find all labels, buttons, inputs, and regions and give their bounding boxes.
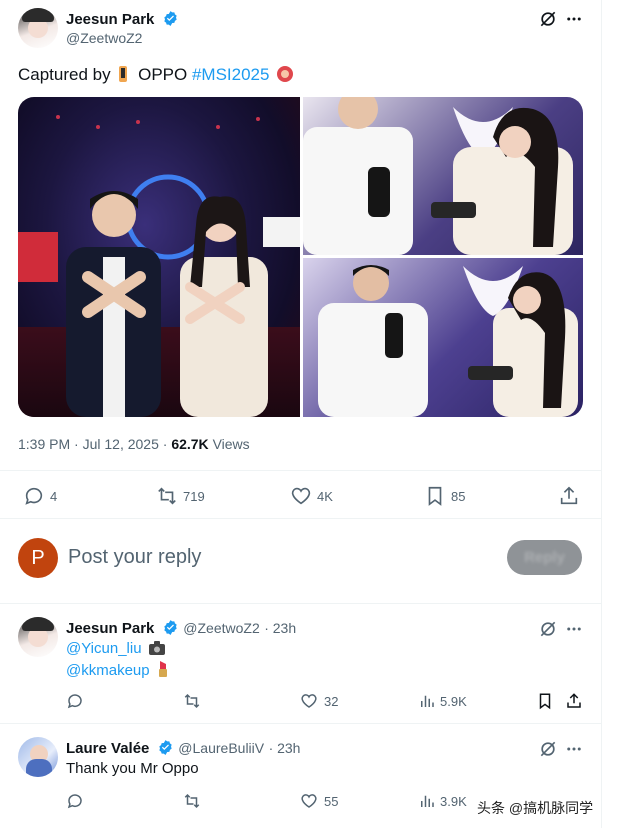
bookmark-action[interactable]: 85 bbox=[424, 485, 465, 507]
reply2-reply-action[interactable] bbox=[66, 792, 84, 810]
phone-emoji-icon bbox=[118, 65, 130, 83]
more-options-icon[interactable] bbox=[565, 619, 583, 644]
share-icon bbox=[567, 693, 581, 708]
lipstick-emoji-icon bbox=[157, 661, 169, 681]
reply1-avatar[interactable] bbox=[18, 617, 58, 657]
repost-action[interactable]: 719 bbox=[156, 485, 205, 507]
reply1-share-action[interactable] bbox=[565, 692, 583, 710]
bookmark-icon bbox=[428, 486, 442, 506]
reply2-time[interactable]: · 23h bbox=[269, 740, 301, 756]
author-handle[interactable]: @ZeetwoZ2 bbox=[66, 30, 142, 46]
repost-icon bbox=[184, 793, 200, 809]
reply1-header: Jeesun Park @ZeetwoZ2 · 23h bbox=[66, 619, 296, 641]
reply1-reply-action[interactable] bbox=[66, 692, 84, 710]
tweet-meta: 1:39 PM · Jul 12, 2025 · 62.7K Views bbox=[18, 436, 250, 452]
divider bbox=[0, 518, 601, 519]
reply1-views-action[interactable]: 5.9K bbox=[418, 692, 467, 710]
repost-count: 719 bbox=[183, 488, 205, 504]
tweet-text-brand: OPPO bbox=[138, 65, 188, 84]
grok-icon[interactable] bbox=[538, 9, 558, 34]
tweet-text: Captured by OPPO #MSI2025 bbox=[18, 65, 294, 88]
divider bbox=[0, 723, 601, 724]
author-block: Jeesun Park bbox=[66, 10, 179, 32]
divider bbox=[0, 603, 601, 604]
hashtag-link[interactable]: #MSI2025 bbox=[192, 65, 270, 84]
grok-icon[interactable] bbox=[538, 619, 558, 644]
composer-avatar[interactable]: P bbox=[18, 538, 58, 578]
reply2-text: Thank you Mr Oppo bbox=[66, 760, 199, 777]
reply1-time[interactable]: · 23h bbox=[264, 620, 296, 636]
reply1-author-name[interactable]: Jeesun Park bbox=[66, 620, 154, 637]
mention-link[interactable]: @Yicun_liu bbox=[66, 640, 142, 657]
reply-icon bbox=[67, 694, 82, 709]
reply-input[interactable]: Post your reply bbox=[68, 546, 201, 569]
reply1-bookmark-action[interactable] bbox=[536, 692, 554, 710]
views-icon bbox=[421, 795, 434, 807]
more-options-icon[interactable] bbox=[565, 9, 583, 34]
reply1-handle[interactable]: @ZeetwoZ2 bbox=[183, 620, 259, 636]
verified-badge-icon bbox=[157, 739, 174, 761]
reply1-repost-action[interactable] bbox=[183, 692, 201, 710]
tweet-time[interactable]: 1:39 PM · Jul 12, 2025 · bbox=[18, 436, 171, 452]
reply-action[interactable]: 4 bbox=[23, 485, 57, 507]
reply-icon bbox=[25, 487, 43, 505]
composer-avatar-letter: P bbox=[31, 546, 45, 569]
reply2-views-count: 3.9K bbox=[440, 793, 467, 809]
more-options-icon[interactable] bbox=[565, 739, 583, 764]
reply2-repost-action[interactable] bbox=[183, 792, 201, 810]
share-icon bbox=[560, 486, 578, 505]
reply2-like-action[interactable]: 55 bbox=[300, 792, 338, 810]
reply-button-label: Reply bbox=[524, 549, 565, 566]
repost-icon bbox=[184, 693, 200, 709]
watermark-text: 头条 @搞机脉同学 bbox=[477, 800, 594, 816]
views-icon bbox=[421, 695, 434, 707]
like-count: 4K bbox=[317, 488, 333, 504]
reply2-like-count: 55 bbox=[324, 793, 339, 809]
verified-badge-icon bbox=[162, 619, 179, 641]
reply-icon bbox=[67, 794, 82, 809]
grok-icon[interactable] bbox=[538, 739, 558, 764]
mention-link[interactable]: @kkmakeup bbox=[66, 662, 150, 679]
like-action[interactable]: 4K bbox=[290, 485, 333, 507]
camera-emoji-icon bbox=[148, 641, 165, 659]
heart-icon bbox=[301, 794, 317, 808]
views-label: Views bbox=[212, 436, 250, 452]
tweet-text-prefix: Captured by bbox=[18, 65, 111, 84]
reply2-views-action[interactable]: 3.9K bbox=[418, 792, 467, 810]
heart-icon bbox=[301, 694, 317, 708]
reply2-header: Laure Valée @LaureBuliiV · 23h bbox=[66, 739, 300, 761]
repost-icon bbox=[158, 487, 176, 505]
photo-interview-bottom[interactable] bbox=[303, 258, 583, 417]
reply2-handle[interactable]: @LaureBuliiV bbox=[178, 740, 264, 756]
heart-icon bbox=[291, 487, 311, 505]
views-count: 62.7K bbox=[171, 436, 209, 452]
share-action[interactable] bbox=[558, 485, 580, 507]
photo-stage-pose[interactable] bbox=[18, 97, 300, 417]
reply1-like-action[interactable]: 32 bbox=[300, 692, 338, 710]
photo-interview-top[interactable] bbox=[303, 97, 583, 255]
author-name[interactable]: Jeesun Park bbox=[66, 11, 154, 28]
reply1-like-count: 32 bbox=[324, 693, 339, 709]
author-avatar[interactable] bbox=[18, 8, 58, 48]
reply1-views-count: 5.9K bbox=[440, 693, 467, 709]
reply1-mention2-line: @kkmakeup bbox=[66, 661, 169, 681]
bookmark-icon bbox=[539, 693, 551, 710]
msi-emoji-icon bbox=[276, 65, 294, 88]
tweet-thread: Jeesun Park @ZeetwoZ2 Captured by OPPO #… bbox=[0, 0, 602, 828]
reply1-mention1-line: @Yicun_liu bbox=[66, 640, 165, 659]
reply2-avatar[interactable] bbox=[18, 737, 58, 777]
reply-count: 4 bbox=[50, 488, 58, 504]
divider bbox=[0, 470, 601, 471]
photo-grid bbox=[18, 97, 583, 417]
reply2-author-name[interactable]: Laure Valée bbox=[66, 740, 149, 757]
bookmark-count: 85 bbox=[451, 488, 466, 504]
reply-button[interactable]: Reply bbox=[507, 540, 582, 575]
verified-badge-icon bbox=[162, 10, 179, 32]
